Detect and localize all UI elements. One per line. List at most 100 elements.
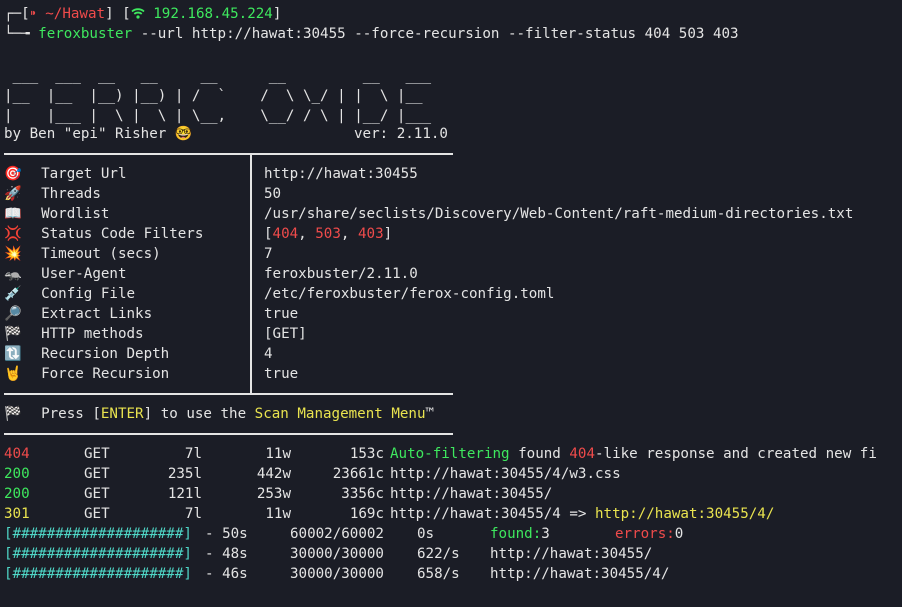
config-row-value: 50	[264, 186, 282, 202]
config-row-label: 💉 Config File	[4, 284, 135, 304]
progress-url[interactable]: http://hawat:30455/	[490, 544, 652, 564]
result-status: 404	[4, 446, 30, 462]
prompt-directory: ~/Hawat	[45, 6, 106, 22]
config-row-label: 🦡 User-Agent	[4, 264, 127, 284]
result-tail: -like response and created new fi	[595, 446, 877, 462]
config-row-value: /etc/feroxbuster/ferox-config.toml	[264, 286, 555, 302]
prompt-mark: ⁍	[29, 6, 37, 22]
prompt-end: ]	[272, 6, 282, 22]
command-name: feroxbuster	[38, 26, 133, 42]
config-label: HTTP methods	[41, 326, 144, 342]
banner-author: by Ben "epi" Risher 🤓	[4, 124, 193, 144]
progress-elapsed: - 46s	[205, 566, 248, 582]
config-icon: 💥	[4, 246, 22, 262]
progress-elapsed: - 50s	[205, 526, 248, 542]
prompt-ip: 192.168.45.224	[153, 6, 273, 22]
banner-art-line-2: |__ |__ |__) |__) | / ` / \ \_/ | | \ |_…	[4, 88, 423, 104]
result-message[interactable]: Auto-filtering found 404-like response a…	[390, 444, 877, 464]
config-bottom-divider	[4, 393, 453, 395]
result-url[interactable]: http://hawat:30455/	[390, 486, 552, 502]
progress-url[interactable]: http://hawat:30455/4/	[490, 564, 669, 584]
error-counter: errors:0	[615, 524, 683, 544]
results-divider	[4, 433, 453, 435]
progress-bar-fill: [####################]	[4, 566, 192, 582]
prompt-corner-bottom: └─╼	[4, 26, 30, 42]
trademark: ™	[425, 406, 435, 422]
redirect-link[interactable]: http://hawat:30455/4/	[595, 506, 774, 522]
progress-rate: 0s	[417, 526, 435, 542]
config-icon: 📖	[4, 206, 22, 222]
result-code: 404	[569, 446, 596, 462]
result-method: GET	[84, 506, 110, 522]
config-column-divider	[250, 155, 252, 393]
auto-filter-label: Auto-filtering	[390, 446, 510, 462]
result-status: 200	[4, 466, 30, 482]
progress-count: 60002/60002	[290, 526, 384, 542]
config-row-value: [404, 503, 403]	[264, 226, 393, 242]
errors-label: errors:	[615, 526, 675, 542]
banner-art-line-3: | |___ | \ | \ | \__, \__/ / \ | |__/ |_…	[4, 108, 432, 124]
progress-count: 30000/30000	[290, 546, 384, 562]
result-method: GET	[84, 486, 110, 502]
result-method: GET	[84, 466, 110, 482]
config-row-label: 🏁 HTTP methods	[4, 324, 144, 344]
result-message[interactable]: http://hawat:30455/4 => http://hawat:304…	[390, 504, 774, 524]
config-label: Force Recursion	[41, 366, 170, 382]
hint-pre: Press [	[41, 406, 101, 422]
config-row-value: true	[264, 306, 299, 322]
result-message[interactable]: http://hawat:30455/4/w3.css	[390, 464, 621, 484]
progress-rate: 658/s	[417, 566, 460, 582]
result-url[interactable]: http://hawat:30455/4 =>	[390, 506, 595, 522]
command-args: --url http://hawat:30455 --force-recursi…	[140, 26, 739, 42]
config-row-label: 💥 Timeout (secs)	[4, 244, 161, 264]
command-line[interactable]: └─╼ feroxbuster --url http://hawat:30455…	[4, 24, 739, 44]
config-label: Target Url	[41, 166, 127, 182]
config-icon: 💢	[4, 226, 22, 242]
status-code: 503	[315, 226, 341, 242]
enter-key: ENTER	[100, 406, 144, 422]
result-words: 11w	[265, 446, 291, 462]
config-row-value: 4	[264, 346, 273, 362]
progress-count: 30000/30000	[290, 566, 384, 582]
checkered-flag-icon: 🏁	[4, 406, 22, 422]
progress-rate: 622/s	[417, 546, 460, 562]
config-label: Threads	[41, 186, 101, 202]
config-label: Wordlist	[41, 206, 110, 222]
config-icon: 🔃	[4, 346, 22, 362]
config-icon: 🦡	[4, 266, 22, 282]
found-label: found:	[490, 526, 542, 542]
progress-bar-fill: [####################]	[4, 526, 192, 542]
config-row-value: true	[264, 366, 299, 382]
config-icon: 🎯	[4, 166, 22, 182]
found-counter: found:3	[490, 524, 550, 544]
config-row-value: feroxbuster/2.11.0	[264, 266, 418, 282]
result-message[interactable]: http://hawat:30455/	[390, 484, 552, 504]
wifi-icon	[131, 6, 145, 22]
scan-menu-hint: 🏁 Press [ENTER] to use the Scan Manageme…	[4, 404, 434, 424]
result-status: 301	[4, 506, 30, 522]
config-row-value: http://hawat:30455	[264, 166, 418, 182]
config-row-label: 🎯 Target Url	[4, 164, 127, 184]
config-icon: 🔎	[4, 306, 22, 322]
config-icon: 💉	[4, 286, 22, 302]
config-row-label: 🤘 Force Recursion	[4, 364, 169, 384]
config-row-label: 💢 Status Code Filters	[4, 224, 203, 244]
config-label: Timeout (secs)	[41, 246, 161, 262]
config-row-label: 📖 Wordlist	[4, 204, 109, 224]
result-words: 442w	[256, 466, 291, 482]
config-row-label: 🔃 Recursion Depth	[4, 344, 169, 364]
prompt-line: ┌─[⁍ ~/Hawat] [ 192.168.45.224]	[4, 4, 281, 24]
nerd-face-icon: 🤓	[174, 126, 193, 142]
config-row-label: 🚀 Threads	[4, 184, 101, 204]
result-url[interactable]: http://hawat:30455/4/w3.css	[390, 466, 621, 482]
hint-mid: ] to use the	[143, 406, 255, 422]
banner-art-line-1: ___ ___ __ __ __ __ __ ___	[4, 68, 432, 84]
config-icon: 🏁	[4, 326, 22, 342]
progress-bar-fill: [####################]	[4, 546, 192, 562]
progress-bar: [####################]	[4, 524, 192, 544]
config-row-value: /usr/share/seclists/Discovery/Web-Conten…	[264, 206, 854, 222]
config-label: Recursion Depth	[41, 346, 170, 362]
result-chars: 153c	[349, 446, 384, 462]
terminal-window[interactable]: ┌─[⁍ ~/Hawat] [ 192.168.45.224] └─╼ fero…	[0, 0, 902, 607]
config-top-divider	[4, 153, 453, 155]
